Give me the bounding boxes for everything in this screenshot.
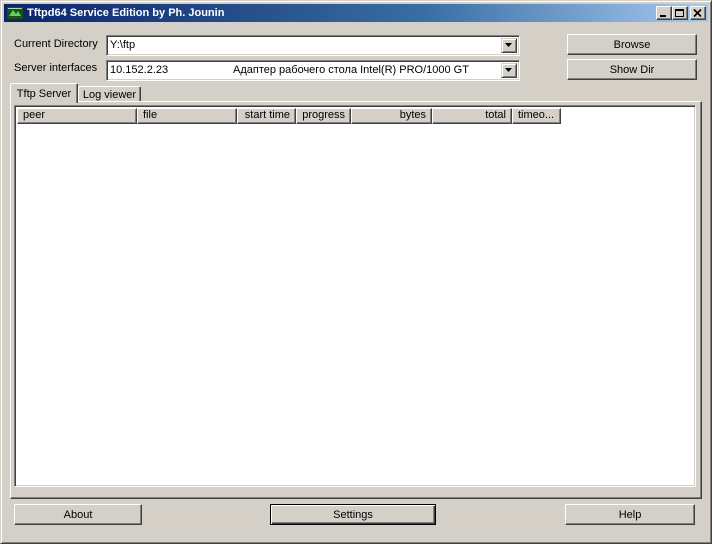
help-button[interactable]: Help (565, 504, 695, 525)
column-header-peer[interactable]: peer (17, 108, 137, 124)
server-interfaces-combo[interactable]: 10.152.2.23 Адаптер рабочего стола Intel… (106, 60, 520, 81)
column-header-total[interactable]: total (432, 108, 512, 124)
server-interface-ip: 10.152.2.23 (110, 64, 169, 76)
list-header: peer file start time progress bytes tota… (17, 108, 561, 124)
maximize-icon (675, 9, 684, 17)
minimize-button[interactable] (656, 6, 672, 20)
column-header-start-time[interactable]: start time (237, 108, 296, 124)
chevron-down-icon (505, 43, 512, 47)
current-directory-combo[interactable]: Y:\ftp (106, 35, 520, 56)
tftpd-app-icon (7, 7, 23, 19)
server-interfaces-label: Server interfaces (14, 62, 98, 74)
main-window: Tftpd64 Service Edition by Ph. Jounin Cu… (0, 0, 712, 544)
browse-button[interactable]: Browse (567, 34, 697, 55)
column-header-bytes[interactable]: bytes (351, 108, 432, 124)
server-interfaces-dropdown-button[interactable] (501, 63, 517, 78)
column-header-file[interactable]: file (137, 108, 237, 124)
tab-tftp-server[interactable]: Tftp Server (10, 83, 78, 103)
tab-log-viewer[interactable]: Log viewer (78, 86, 141, 102)
window-title: Tftpd64 Service Edition by Ph. Jounin (27, 7, 225, 19)
column-header-timeout[interactable]: timeo... (512, 108, 561, 124)
transfers-list[interactable]: peer file start time progress bytes tota… (14, 105, 696, 487)
settings-button[interactable]: Settings (270, 504, 436, 525)
close-icon (693, 9, 702, 18)
about-button[interactable]: About (14, 504, 142, 525)
chevron-down-icon (505, 68, 512, 72)
title-bar[interactable]: Tftpd64 Service Edition by Ph. Jounin (4, 4, 708, 22)
maximize-button[interactable] (672, 6, 688, 20)
current-directory-value: Y:\ftp (110, 39, 136, 51)
minimize-icon (660, 15, 666, 17)
current-directory-label: Current Directory (14, 38, 98, 50)
server-interface-adapter: Адаптер рабочего стола Intel(R) PRO/1000… (233, 64, 469, 76)
show-dir-button[interactable]: Show Dir (567, 59, 697, 80)
close-button[interactable] (690, 6, 706, 20)
current-directory-dropdown-button[interactable] (501, 38, 517, 53)
column-header-progress[interactable]: progress (296, 108, 351, 124)
